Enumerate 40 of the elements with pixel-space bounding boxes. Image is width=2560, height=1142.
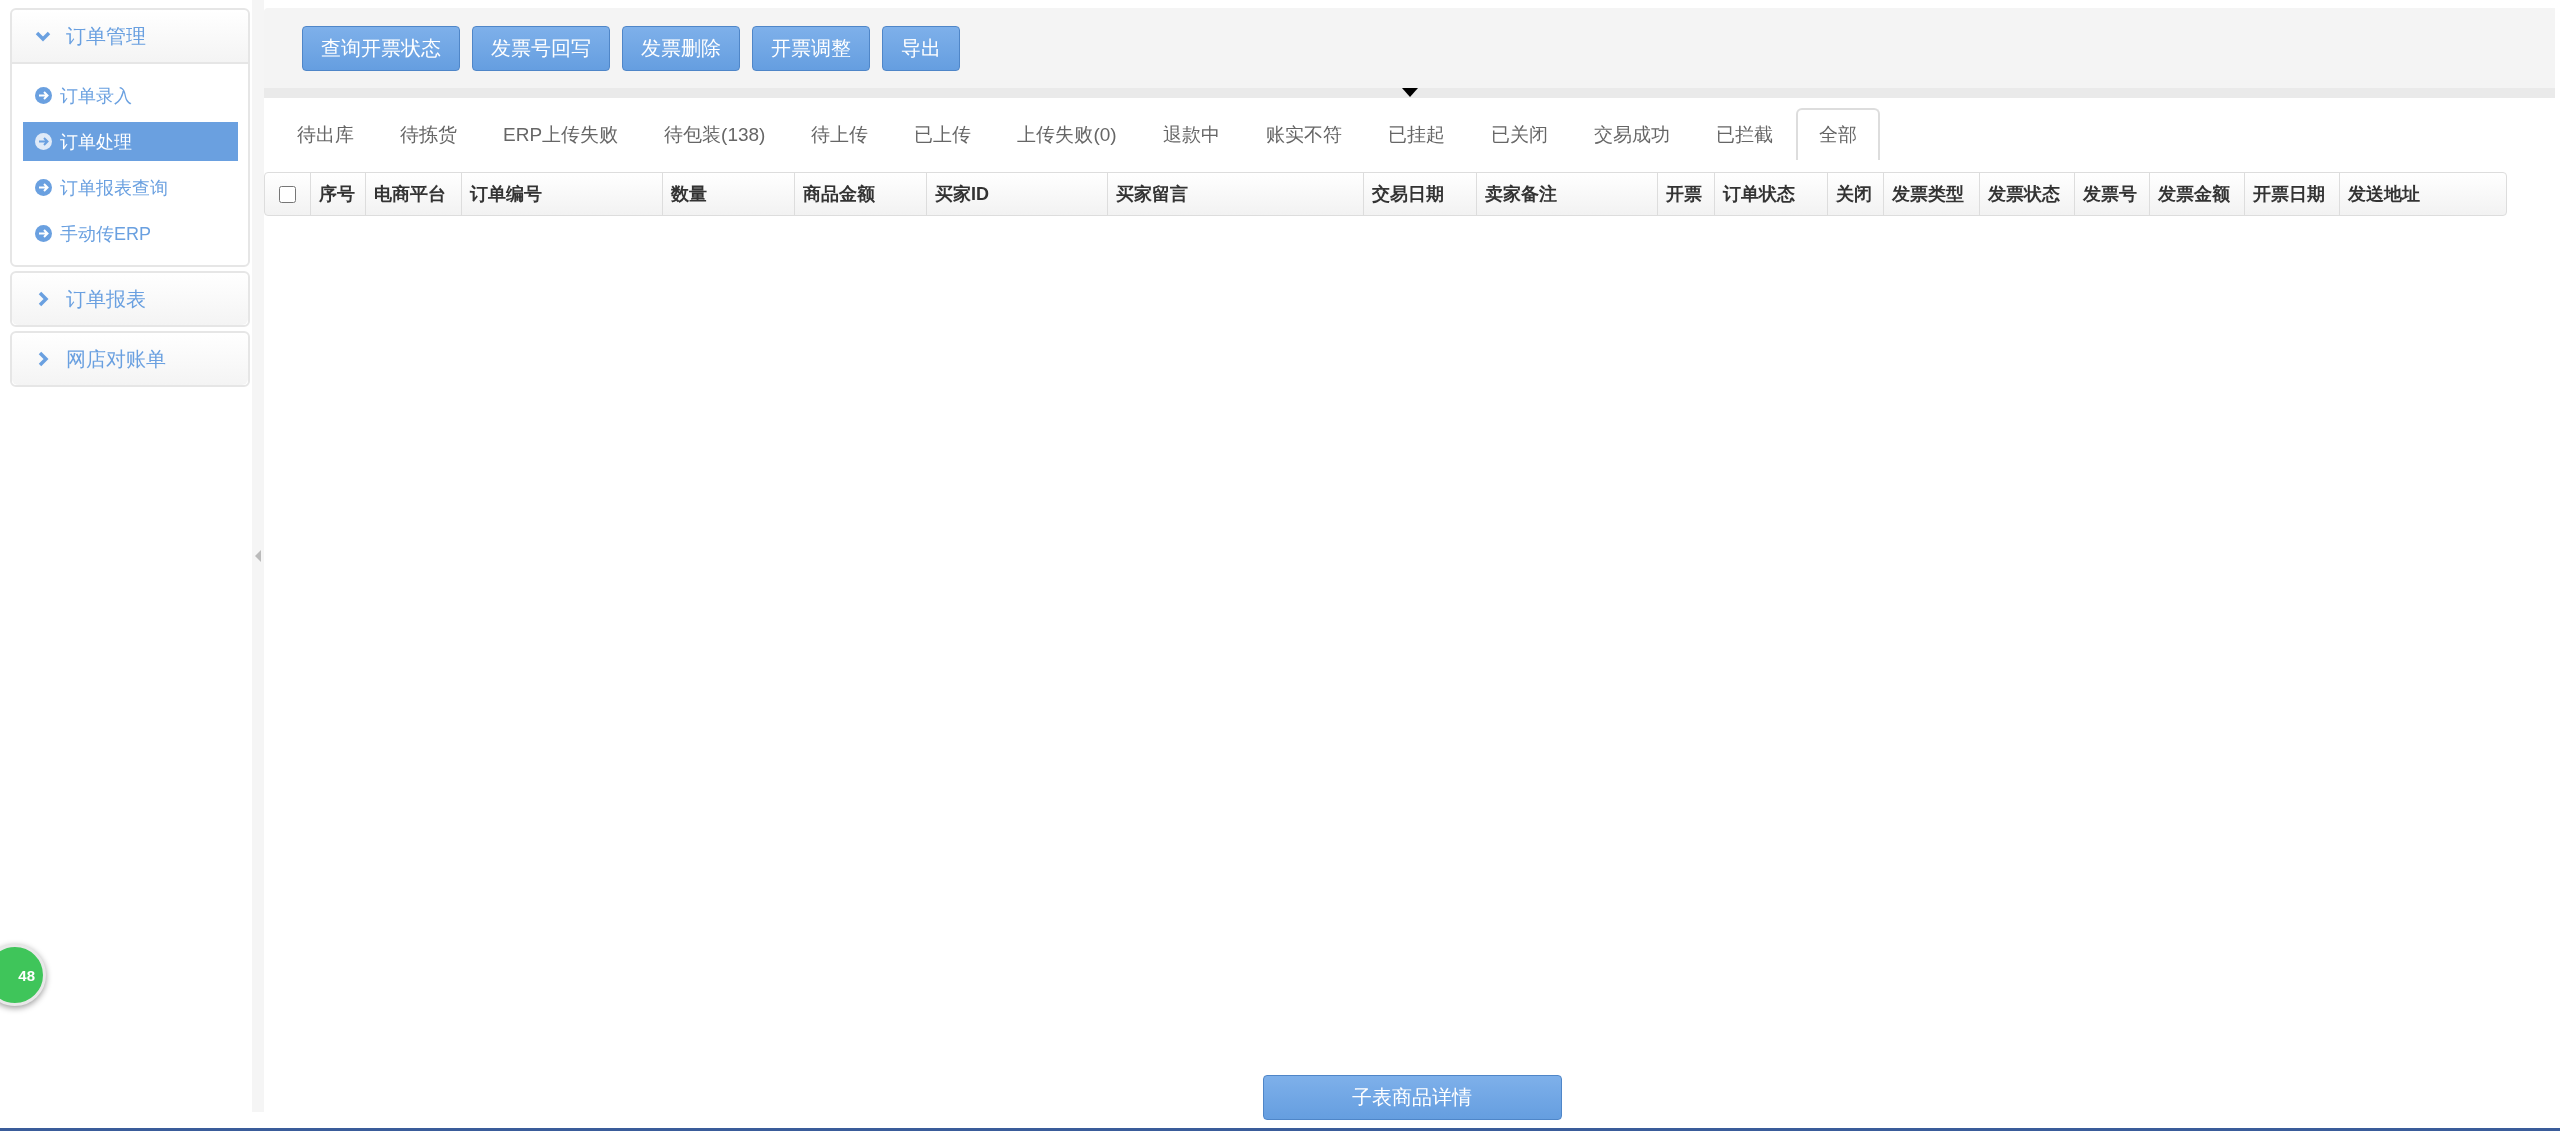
splitter[interactable] <box>252 0 264 1112</box>
tab[interactable]: 已挂起 <box>1364 108 1468 160</box>
tab[interactable]: 待上传 <box>788 108 892 160</box>
column-header: 发送地址 <box>2339 173 2506 215</box>
column-header: 订单编号 <box>461 173 662 215</box>
column-header: 卖家备注 <box>1476 173 1657 215</box>
column-header: 序号 <box>310 173 365 215</box>
column-header: 开票 <box>1657 173 1714 215</box>
column-header: 发票类型 <box>1883 173 1979 215</box>
tab[interactable]: 已关闭 <box>1467 108 1571 160</box>
column-header: 买家留言 <box>1107 173 1363 215</box>
tab[interactable]: 待包装(138) <box>641 108 789 160</box>
arrow-circle-icon <box>35 179 52 196</box>
column-header: 关闭 <box>1827 173 1883 215</box>
column-header: 买家ID <box>926 173 1107 215</box>
tab[interactable]: ERP上传失败 <box>480 108 642 160</box>
tab[interactable]: 全部 <box>1795 108 1880 160</box>
tab[interactable]: 待出库 <box>274 108 377 160</box>
tab[interactable]: 已上传 <box>891 108 995 160</box>
tab[interactable]: 退款中 <box>1139 108 1243 160</box>
arrow-circle-icon <box>35 87 52 104</box>
arrow-circle-icon <box>35 225 52 242</box>
column-header: 订单状态 <box>1714 173 1827 215</box>
column-header: 发票金额 <box>2149 173 2244 215</box>
select-all-checkbox[interactable] <box>279 185 296 203</box>
column-header: 数量 <box>662 173 794 215</box>
column-header: 发票号 <box>2074 173 2149 215</box>
column-header: 开票日期 <box>2244 173 2339 215</box>
tab[interactable]: 待拣货 <box>377 108 480 160</box>
column-header: 电商平台 <box>365 173 461 215</box>
collapse-left-icon[interactable] <box>255 550 261 562</box>
tab[interactable]: 交易成功 <box>1570 108 1693 160</box>
tab[interactable]: 账实不符 <box>1242 108 1365 160</box>
arrow-circle-icon <box>35 133 52 150</box>
column-header: 发票状态 <box>1979 173 2074 215</box>
column-header: 交易日期 <box>1363 173 1476 215</box>
triangle-down-icon[interactable] <box>1401 88 1418 97</box>
column-header: 商品金额 <box>794 173 926 215</box>
tab[interactable]: 已拦截 <box>1692 108 1796 160</box>
tab[interactable]: 上传失败(0) <box>994 108 1140 160</box>
